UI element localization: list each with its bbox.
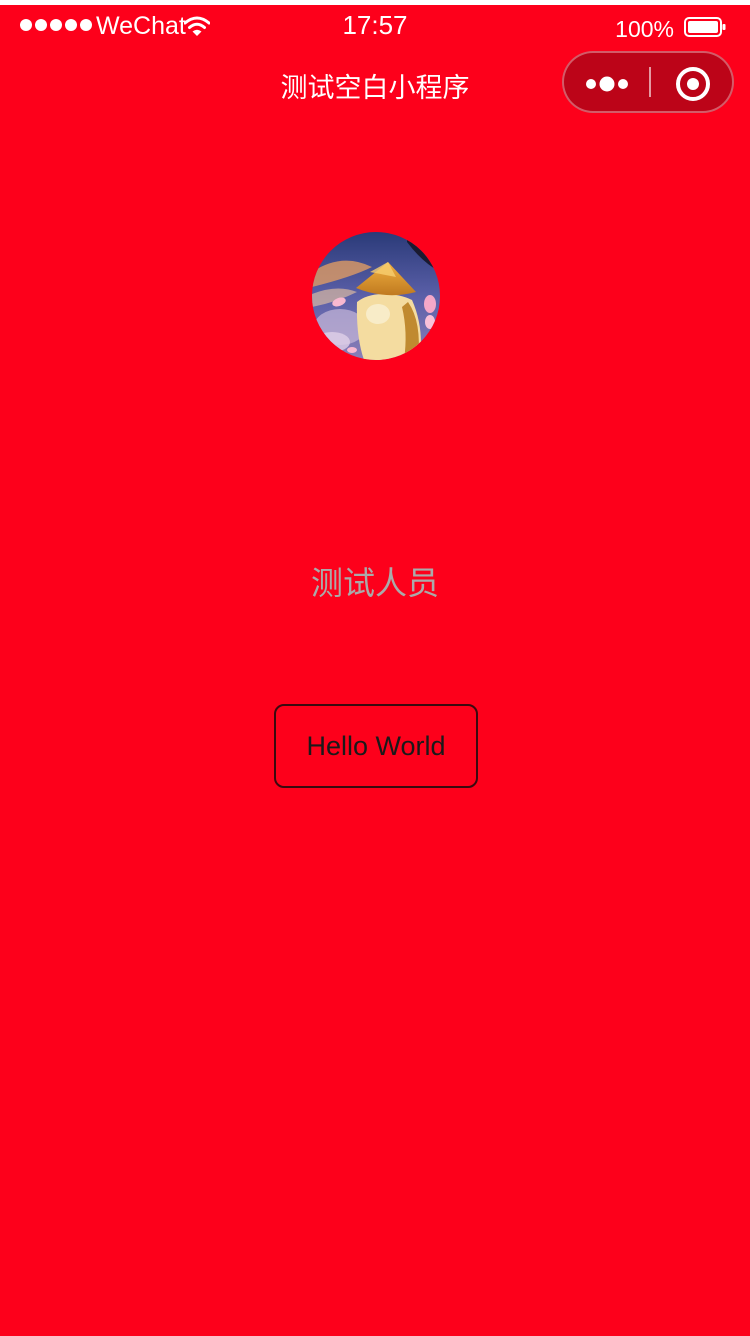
battery-icon — [684, 17, 726, 37]
close-target-icon[interactable] — [650, 53, 732, 111]
battery-percentage: 100% — [615, 16, 674, 42]
avatar[interactable] — [312, 232, 440, 360]
status-bar: WeChat 17:57 100% — [0, 5, 750, 45]
avatar-image — [312, 232, 440, 360]
user-nickname: 测试人员 — [310, 564, 439, 602]
more-dots-icon[interactable] — [564, 53, 650, 111]
mini-program-capsule — [562, 51, 734, 113]
hello-world-button[interactable]: Hello World — [274, 704, 478, 788]
